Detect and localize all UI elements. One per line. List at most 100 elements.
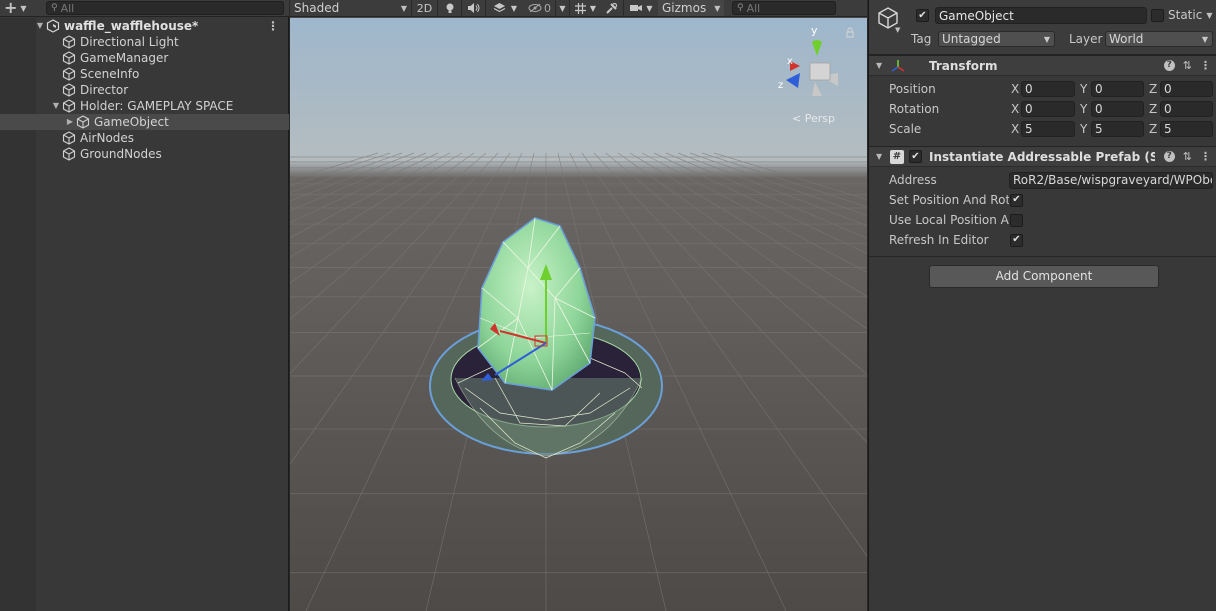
axis-x-label[interactable]: X bbox=[1011, 122, 1019, 136]
foldout-closed-icon[interactable]: ▶ bbox=[64, 114, 76, 130]
shading-mode-label: Shaded bbox=[294, 1, 340, 15]
gizmo-y-label: y bbox=[811, 24, 818, 37]
gameobject-cube-icon bbox=[62, 83, 76, 97]
axis-x-label[interactable]: X bbox=[1011, 102, 1019, 116]
caret-down-icon: ▼ bbox=[20, 3, 27, 13]
scene-search-input[interactable] bbox=[746, 1, 835, 15]
scale-x-field[interactable] bbox=[1021, 121, 1075, 137]
create-object-button[interactable]: + ▼ bbox=[4, 0, 38, 16]
axis-y-label[interactable]: Y bbox=[1080, 82, 1087, 96]
kebab-menu-icon[interactable]: ⋮ bbox=[267, 18, 279, 34]
position-y-field[interactable] bbox=[1091, 81, 1144, 97]
layer-dropdown[interactable]: World ▼ bbox=[1105, 31, 1213, 47]
grid-icon bbox=[574, 2, 586, 14]
wrench-icon bbox=[606, 2, 618, 14]
caret-down-icon[interactable]: ▼ bbox=[1206, 11, 1212, 20]
scale-z-field[interactable] bbox=[1160, 121, 1213, 137]
grid-toggle-button[interactable]: ▼ bbox=[570, 0, 600, 16]
axis-z-label[interactable]: Z bbox=[1149, 82, 1157, 96]
search-icon: ⚲ bbox=[51, 3, 58, 13]
scene-row[interactable]: ▼ waffle_wafflehouse* ⋮ bbox=[0, 18, 289, 34]
address-field[interactable] bbox=[1009, 171, 1213, 189]
tools-toggle-button[interactable] bbox=[600, 0, 624, 16]
use-local-position-checkbox[interactable] bbox=[1010, 213, 1023, 227]
hierarchy-item-groundnodes[interactable]: GroundNodes bbox=[0, 146, 289, 162]
inspector-panel: ▼ ✔ Static ▼ Tag Untagged ▼ Layer World … bbox=[868, 0, 1216, 611]
foldout-open-icon[interactable]: ▼ bbox=[876, 61, 882, 70]
effects-dropdown[interactable]: ▼ bbox=[486, 0, 524, 16]
set-position-label: Set Position And Rota bbox=[889, 193, 1009, 207]
preset-sliders-icon[interactable]: ⇅ bbox=[1183, 59, 1192, 72]
caret-down-icon: ▼ bbox=[400, 3, 407, 13]
hidden-count: 0 bbox=[544, 1, 551, 15]
hierarchy-search[interactable]: ⚲ bbox=[46, 1, 284, 15]
preset-sliders-icon[interactable]: ⇅ bbox=[1183, 150, 1192, 163]
item-label: SceneInfo bbox=[80, 67, 140, 81]
scene-viewport[interactable]: y x z < Persp bbox=[290, 18, 867, 611]
audio-toggle-button[interactable] bbox=[462, 0, 486, 16]
transform-axes-icon bbox=[891, 60, 905, 72]
gameobject-cube-icon bbox=[62, 99, 76, 113]
hierarchy-item-airnodes[interactable]: AirNodes bbox=[0, 130, 289, 146]
lighting-toggle-button[interactable] bbox=[438, 0, 462, 16]
kebab-menu-icon[interactable]: ⋮ bbox=[1200, 59, 1211, 72]
script-enabled-checkbox[interactable]: ✔ bbox=[909, 150, 922, 163]
position-x-field[interactable] bbox=[1021, 81, 1075, 97]
gizmos-dropdown[interactable]: Gizmos ▼ bbox=[658, 0, 724, 16]
help-icon[interactable]: ? bbox=[1163, 60, 1175, 71]
hierarchy-panel: + ▼ ⚲ ▼ waffle_wafflehouse* ⋮ Directiona… bbox=[0, 0, 289, 611]
refresh-in-editor-checkbox[interactable]: ✔ bbox=[1010, 233, 1023, 247]
axis-x-label[interactable]: X bbox=[1011, 82, 1019, 96]
help-icon[interactable]: ? bbox=[1163, 151, 1175, 162]
axis-z-label[interactable]: Z bbox=[1149, 122, 1157, 136]
axis-y-label[interactable]: Y bbox=[1080, 122, 1087, 136]
rotation-y-field[interactable] bbox=[1091, 101, 1144, 117]
camera-settings-dropdown[interactable]: ▼ bbox=[624, 0, 658, 16]
active-checkbox[interactable]: ✔ bbox=[916, 9, 929, 22]
caret-down-icon: ▼ bbox=[895, 26, 901, 34]
static-toggle[interactable]: Static ▼ bbox=[1151, 8, 1212, 22]
hierarchy-item-gameobject[interactable]: ▶ GameObject bbox=[0, 114, 289, 130]
camera-icon bbox=[630, 5, 643, 11]
foldout-open-icon[interactable]: ▼ bbox=[50, 98, 62, 114]
caret-down-icon: ▼ bbox=[1201, 34, 1208, 44]
scene-search[interactable]: ⚲ bbox=[732, 1, 836, 15]
item-label: AirNodes bbox=[80, 131, 135, 145]
hierarchy-item-holder-gameplay-space[interactable]: ▼ Holder: GAMEPLAY SPACE bbox=[0, 98, 289, 114]
position-z-field[interactable] bbox=[1160, 81, 1213, 97]
foldout-open-icon[interactable]: ▼ bbox=[34, 18, 46, 34]
kebab-menu-icon[interactable]: ⋮ bbox=[1200, 150, 1211, 163]
inspector-header: ▼ ✔ Static ▼ Tag Untagged ▼ Layer World … bbox=[869, 0, 1216, 55]
axis-z-label[interactable]: Z bbox=[1149, 102, 1157, 116]
scale-y-field[interactable] bbox=[1091, 121, 1144, 137]
gizmos-label: Gizmos bbox=[662, 1, 707, 15]
projection-label[interactable]: < Persp bbox=[792, 112, 835, 125]
shading-mode-dropdown[interactable]: Shaded ▼ bbox=[290, 0, 412, 16]
hierarchy-search-input[interactable] bbox=[60, 1, 283, 15]
eye-slash-icon bbox=[528, 3, 542, 13]
script-component-header[interactable]: ▼ # ✔ Instantiate Addressable Prefab (Sc… bbox=[869, 146, 1216, 167]
set-position-checkbox[interactable]: ✔ bbox=[1010, 193, 1023, 207]
caret-down-icon: ▼ bbox=[559, 3, 566, 13]
tag-value: Untagged bbox=[942, 32, 1001, 46]
hidden-options-dropdown[interactable]: ▼ bbox=[556, 0, 570, 16]
hierarchy-item-gamemanager[interactable]: GameManager bbox=[0, 50, 289, 66]
object-name-field[interactable] bbox=[935, 7, 1147, 24]
tag-dropdown[interactable]: Untagged ▼ bbox=[938, 31, 1055, 47]
hierarchy-item-directional-light[interactable]: Directional Light bbox=[0, 34, 289, 50]
hidden-objects-toggle[interactable]: 0 bbox=[524, 0, 556, 16]
2d-toggle-button[interactable]: 2D bbox=[412, 0, 438, 16]
transform-component-header[interactable]: ▼ Transform ? ⇅ ⋮ bbox=[869, 55, 1216, 76]
rotation-x-field[interactable] bbox=[1021, 101, 1075, 117]
caret-down-icon: ▼ bbox=[510, 3, 518, 13]
hierarchy-item-director[interactable]: Director bbox=[0, 82, 289, 98]
foldout-open-icon[interactable]: ▼ bbox=[876, 152, 882, 161]
hierarchy-item-sceneinfo[interactable]: SceneInfo bbox=[0, 66, 289, 82]
item-label: Directional Light bbox=[80, 35, 179, 49]
caret-down-icon: ▼ bbox=[1043, 34, 1050, 44]
item-label: Director bbox=[80, 83, 129, 97]
axis-y-label[interactable]: Y bbox=[1080, 102, 1087, 116]
add-component-button[interactable]: Add Component bbox=[929, 265, 1159, 288]
static-checkbox[interactable] bbox=[1151, 8, 1164, 22]
rotation-z-field[interactable] bbox=[1160, 101, 1213, 117]
